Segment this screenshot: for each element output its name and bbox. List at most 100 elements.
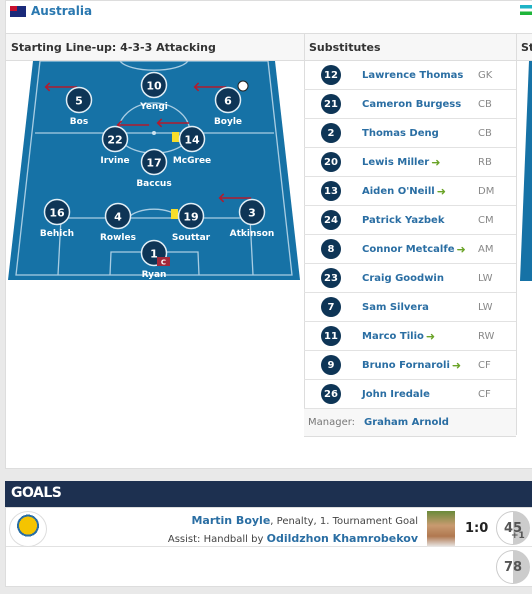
captain-label: C [161,259,166,267]
substitute-number: 26 [321,384,341,404]
player-number: 4 [114,211,122,224]
goals-header: GOALS [5,481,532,507]
pitch: 10Yengi🡐5Bos🡐6Boyle🡐22Irvine🡐14McGree17B… [8,61,300,280]
player-number: 14 [184,134,200,147]
substitute-number: 20 [321,152,341,172]
yellow-card-icon [172,132,179,142]
substitution-in-icon: ➜ [451,358,462,372]
substitute-position: CB [478,127,492,139]
manager-name[interactable]: Graham Arnold [364,417,449,428]
substitute-row: 8 Connor Metcalfe ➜ AM [304,235,516,264]
clock-icon: 78 [496,550,530,584]
player-number: 10 [146,80,162,93]
substitute-number: 21 [321,94,341,114]
substitute-position: LW [478,301,493,313]
player-marker[interactable]: 10 Yengi [139,71,168,113]
uzbekistan-flag-icon [520,5,532,15]
goal-ball-icon [237,80,249,92]
scorer-link[interactable]: Martin Boyle [191,514,270,527]
substitute-number: 23 [321,268,341,288]
substitute-name[interactable]: Craig Goodwin [362,273,444,284]
substitute-position: CF [478,388,491,400]
other-team-header: St [516,33,532,61]
goal-minute: 78 [503,559,523,575]
player-number: 6 [224,95,232,108]
clock-icon: 45 +1 [496,511,530,545]
player-name: McGree [173,156,211,166]
player-name: Behich [40,229,74,239]
substitute-row: 11 Marco Tilio ➜ RW [304,322,516,351]
manager-row: Manager: Graham Arnold [304,409,516,437]
player-number: 22 [107,134,122,147]
team-name[interactable]: Australia [31,4,92,18]
substitute-name[interactable]: Thomas Deng [362,128,439,139]
substitute-position: CM [478,214,494,226]
substitute-row: 2 Thomas Deng CB [304,119,516,148]
substitute-name[interactable]: Aiden O'Neill [362,186,435,197]
player-photo [427,511,455,547]
goal-detail: , Penalty, 1. Tournament Goal [270,516,418,527]
other-pitch-edge [520,61,532,281]
substitute-row: 21 Cameron Burgess CB [304,90,516,119]
substitute-name[interactable]: Marco Tilio [362,331,424,342]
substitute-number: 13 [321,181,341,201]
player-name: Boyle [214,117,242,127]
goal-score: 1:0 [465,521,489,536]
substitute-name[interactable]: Lewis Miller [362,157,429,168]
substitute-name[interactable]: Lawrence Thomas [362,70,463,81]
substitute-name[interactable]: Sam Silvera [362,302,429,313]
substitute-row: 23 Craig Goodwin LW [304,264,516,293]
player-number: 16 [49,207,65,220]
substitute-row: 7 Sam Silvera LW [304,293,516,322]
yellow-card-icon [171,209,178,219]
football-federation-australia-logo [9,511,47,547]
substitute-position: LW [478,272,493,284]
substitute-number: 8 [321,239,341,259]
substitute-row: 12 Lawrence Thomas GK [304,61,516,90]
substitute-row: 24 Patrick Yazbek CM [304,206,516,235]
substitution-in-icon: ➜ [436,184,446,198]
goal-row: Martin Boyle, Penalty, 1. Tournament Goa… [6,510,532,547]
team-header[interactable]: Australia [10,4,92,18]
player-name: Atkinson [230,229,275,239]
substitute-name[interactable]: John Iredale [362,389,430,400]
player-number: 3 [248,207,256,220]
substitute-position: DM [478,185,495,197]
goals-panel: Martin Boyle, Penalty, 1. Tournament Goa… [5,507,532,587]
australia-flag-icon [10,5,26,17]
player-number: 5 [75,95,83,108]
substitute-position: CF [478,359,491,371]
player-name: Yengi [139,102,168,112]
substitute-row: 26 John Iredale CF [304,380,516,409]
substitute-number: 12 [321,65,341,85]
substitutes-list: 12 Lawrence Thomas GK 21 Cameron Burgess … [304,61,516,437]
player-number: 19 [183,211,198,224]
substitute-position: GK [478,69,493,81]
substitute-number: 7 [321,297,341,317]
substitute-name[interactable]: Connor Metcalfe [362,244,454,255]
substitute-name[interactable]: Patrick Yazbek [362,215,445,226]
substitute-number: 9 [321,355,341,375]
substitute-position: RB [478,156,492,168]
substitute-position: CB [478,98,492,110]
player-name: Souttar [172,233,211,243]
assist-label: Assist: Handball by [167,534,267,545]
substitute-number: 11 [321,326,341,346]
substitute-position: AM [478,243,494,255]
player-name: Bos [70,117,88,127]
substitution-in-icon: ➜ [431,155,441,169]
substitute-name[interactable]: Cameron Burgess [362,99,461,110]
substitution-in-icon: ➜ [456,242,466,256]
substitute-position: RW [478,330,495,342]
lineup-title: Starting Line-up: 4-3-3 Attacking [6,33,304,61]
substitute-number: 24 [321,210,341,230]
player-number: 1 [150,248,158,261]
player-name: Irvine [100,156,129,166]
substitute-name[interactable]: Bruno Fornaroli [362,360,450,371]
assist-link[interactable]: Odildzhon Khamrobekov [267,532,418,545]
substitute-row: 9 Bruno Fornaroli ➜ CF [304,351,516,380]
added-time: +1 [511,531,525,541]
player-name: Rowles [100,233,136,243]
substitute-number: 2 [321,123,341,143]
substitute-row: 20 Lewis Miller ➜ RB [304,148,516,177]
